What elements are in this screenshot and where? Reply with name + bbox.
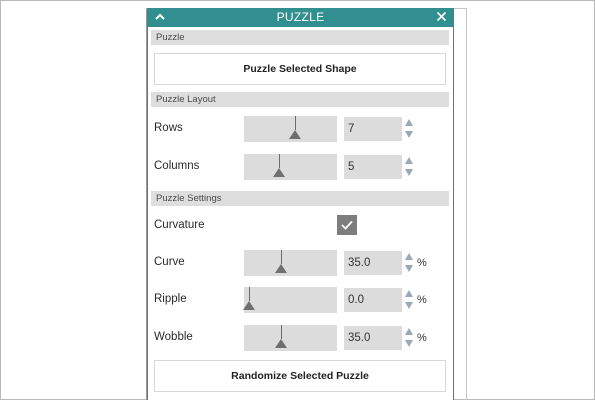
- wobble-input[interactable]: 35.0: [344, 326, 402, 350]
- curve-label: Curve: [154, 256, 185, 268]
- spin-up-icon[interactable]: [405, 157, 413, 164]
- wobble-spinner[interactable]: [405, 327, 413, 349]
- slider-thumb[interactable]: [243, 301, 255, 310]
- rows-spinner[interactable]: [405, 118, 413, 140]
- slider-thumb[interactable]: [275, 339, 287, 348]
- slider-thumb[interactable]: [273, 168, 285, 177]
- spin-down-icon[interactable]: [405, 265, 413, 272]
- wobble-label: Wobble: [154, 331, 193, 343]
- spin-up-icon[interactable]: [405, 119, 413, 126]
- spin-down-icon[interactable]: [405, 131, 413, 138]
- spin-down-icon[interactable]: [405, 302, 413, 309]
- ripple-label: Ripple: [154, 293, 187, 305]
- slider-tick: [249, 287, 250, 301]
- slider-thumb[interactable]: [275, 264, 287, 273]
- slider-tick: [295, 116, 296, 130]
- randomize-selected-puzzle-button[interactable]: Randomize Selected Puzzle: [154, 360, 446, 392]
- panel-title-bar[interactable]: PUZZLE: [148, 8, 453, 27]
- background-divider: [466, 8, 467, 400]
- columns-input[interactable]: 5: [344, 155, 402, 179]
- slider-tick: [279, 154, 280, 168]
- spin-down-icon[interactable]: [405, 169, 413, 176]
- wobble-unit: %: [417, 332, 427, 344]
- curvature-label: Curvature: [154, 219, 205, 231]
- spin-up-icon[interactable]: [405, 328, 413, 335]
- rows-slider[interactable]: [244, 116, 337, 142]
- close-icon[interactable]: [436, 11, 447, 22]
- section-header-puzzle: Puzzle: [151, 30, 449, 45]
- slider-tick: [281, 250, 282, 264]
- curve-unit: %: [417, 257, 427, 269]
- ripple-slider[interactable]: [243, 287, 337, 313]
- puzzle-selected-shape-button[interactable]: Puzzle Selected Shape: [154, 53, 446, 85]
- rows-input[interactable]: 7: [344, 117, 402, 141]
- columns-slider[interactable]: [244, 154, 337, 180]
- panel-title: PUZZLE: [276, 10, 325, 24]
- wobble-slider[interactable]: [244, 325, 337, 351]
- slider-thumb[interactable]: [289, 130, 301, 139]
- slider-tick: [281, 325, 282, 339]
- puzzle-panel: PUZZLE Puzzle Puzzle Selected Shape Puzz…: [147, 8, 454, 400]
- curvature-checkbox[interactable]: [337, 215, 357, 235]
- checkmark-icon: [341, 220, 353, 230]
- spin-up-icon[interactable]: [405, 253, 413, 260]
- spin-up-icon[interactable]: [405, 290, 413, 297]
- ripple-input[interactable]: 0.0: [344, 288, 402, 312]
- spin-down-icon[interactable]: [405, 340, 413, 347]
- ripple-spinner[interactable]: [405, 289, 413, 311]
- curve-input[interactable]: 35.0: [344, 251, 402, 275]
- rows-label: Rows: [154, 122, 183, 134]
- curve-spinner[interactable]: [405, 252, 413, 274]
- curve-slider[interactable]: [244, 250, 337, 276]
- section-header-puzzle-settings: Puzzle Settings: [151, 191, 449, 206]
- columns-spinner[interactable]: [405, 156, 413, 178]
- section-header-puzzle-layout: Puzzle Layout: [151, 92, 449, 107]
- columns-label: Columns: [154, 160, 200, 172]
- ripple-unit: %: [417, 294, 427, 306]
